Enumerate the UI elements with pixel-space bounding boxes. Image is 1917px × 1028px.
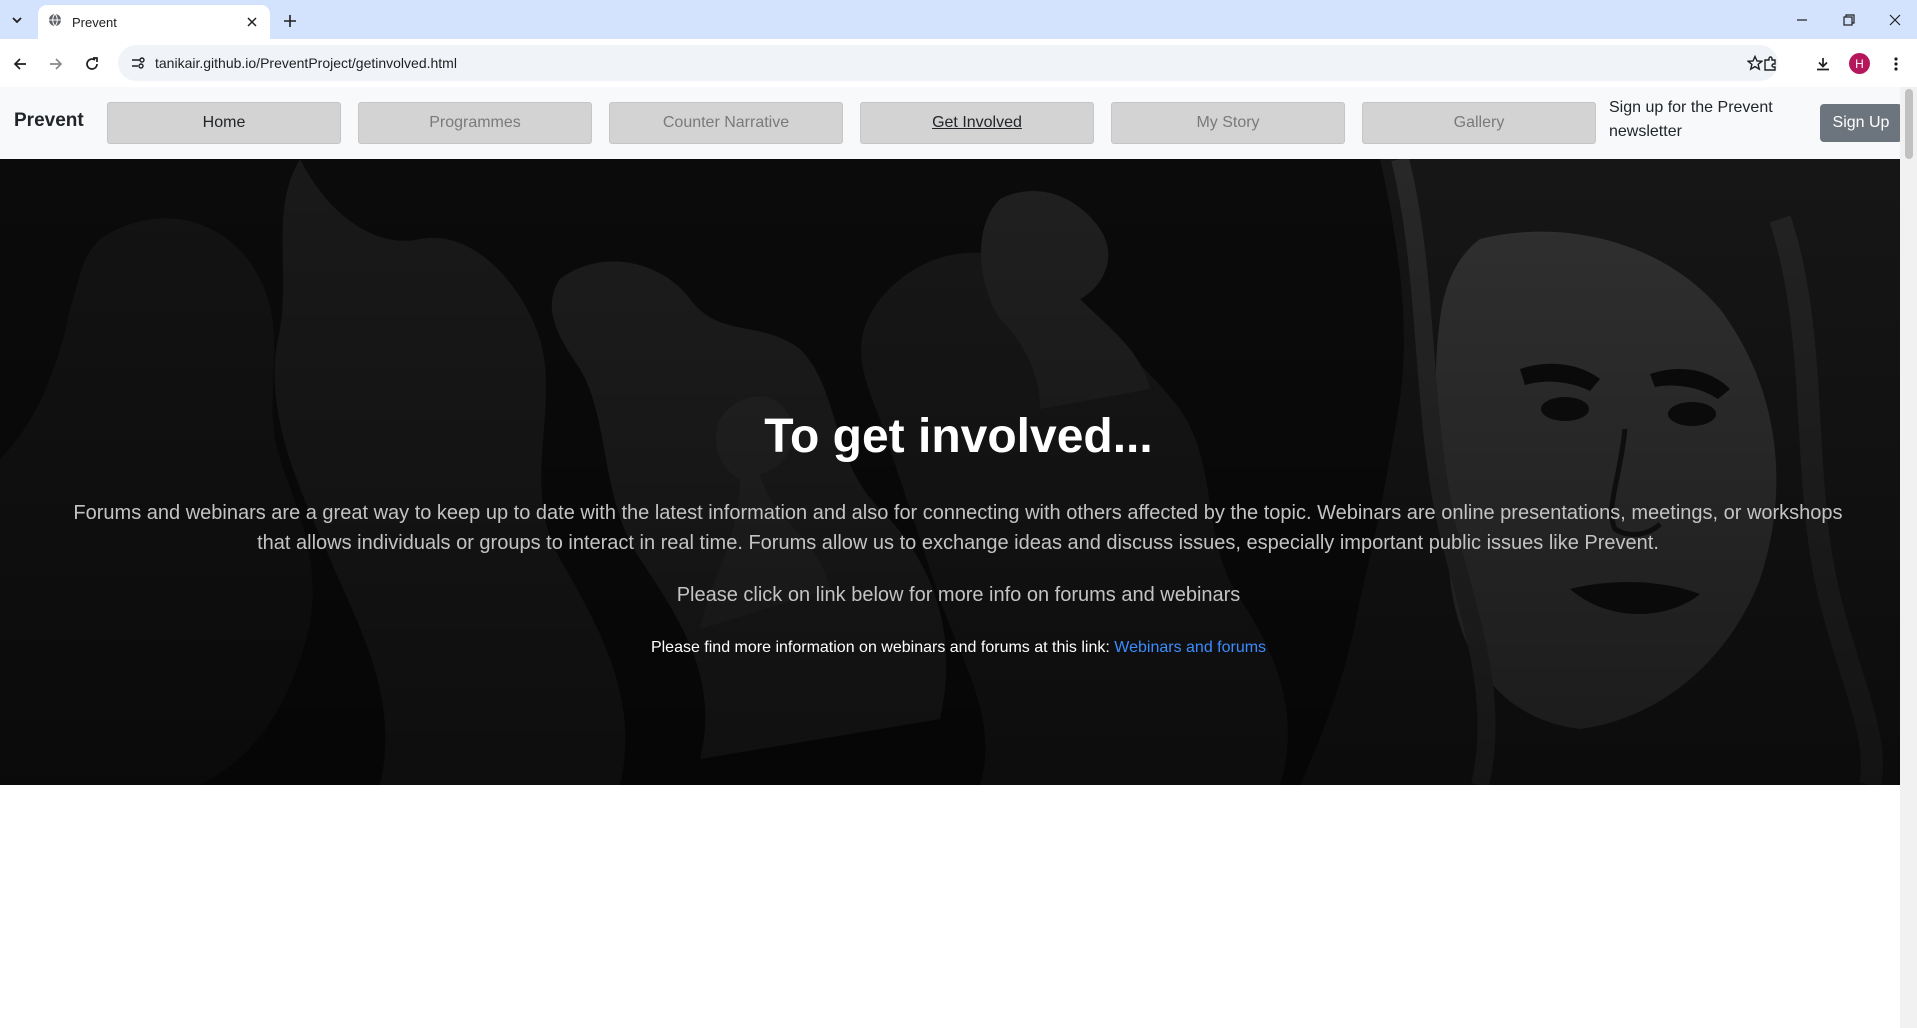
back-icon[interactable]	[7, 51, 33, 77]
forward-icon[interactable]	[43, 51, 69, 77]
site-navbar: Prevent Home Programmes Counter Narrativ…	[0, 87, 1902, 159]
nav-get-involved-label: Get Involved	[932, 114, 1022, 131]
minimize-icon[interactable]	[1782, 6, 1822, 34]
tab-strip: Prevent	[0, 0, 1917, 39]
url-text[interactable]: tanikair.github.io/PreventProject/getinv…	[155, 55, 457, 71]
address-bar[interactable]: tanikair.github.io/PreventProject/getinv…	[118, 45, 1778, 81]
nav-programmes[interactable]: Programmes	[358, 102, 592, 144]
sign-up-button[interactable]: Sign Up	[1820, 104, 1902, 142]
tab-search-icon[interactable]	[6, 9, 28, 31]
hero-section: To get involved... Forums and webinars a…	[0, 159, 1917, 785]
browser-tab[interactable]: Prevent	[38, 5, 270, 39]
globe-icon	[48, 13, 62, 32]
extensions-icon[interactable]	[1757, 51, 1783, 77]
page-scrollbar[interactable]	[1900, 87, 1917, 1028]
tab-title: Prevent	[72, 14, 117, 30]
hero-content: To get involved... Forums and webinars a…	[0, 159, 1917, 785]
nav-counter-narrative[interactable]: Counter Narrative	[609, 102, 843, 144]
newsletter-text: Sign up for the Prevent newsletter	[1609, 99, 1773, 140]
nav-programmes-label: Programmes	[429, 114, 521, 131]
nav-my-story[interactable]: My Story	[1111, 102, 1345, 144]
click-instruction: Please click on link below for more info…	[676, 584, 1241, 606]
close-window-icon[interactable]	[1875, 6, 1915, 34]
webinars-forums-link[interactable]: Webinars and forums	[1114, 639, 1266, 656]
nav-get-involved[interactable]: Get Involved	[860, 102, 1094, 144]
nav-home[interactable]: Home	[107, 102, 341, 144]
site-brand[interactable]: Prevent	[14, 110, 84, 132]
reload-icon[interactable]	[79, 51, 105, 77]
more-info-text: Please find more information on webinars…	[650, 639, 1110, 656]
restore-icon[interactable]	[1829, 6, 1869, 34]
nav-gallery-label: Gallery	[1453, 114, 1505, 131]
intro-paragraph: Forums and webinars are a great way to k…	[73, 502, 1843, 554]
close-icon[interactable]	[242, 12, 262, 32]
browser-toolbar: tanikair.github.io/PreventProject/getinv…	[0, 39, 1917, 87]
more-info-line: Please find more information on webinars…	[0, 639, 1917, 657]
plus-icon[interactable]	[278, 9, 302, 33]
profile-avatar[interactable]: H	[1849, 53, 1870, 74]
nav-home-label: Home	[202, 114, 246, 131]
menu-icon[interactable]	[1883, 51, 1909, 77]
site-info-icon[interactable]	[128, 53, 148, 73]
scrollbar-thumb[interactable]	[1905, 89, 1913, 159]
download-icon[interactable]	[1810, 51, 1836, 77]
nav-gallery[interactable]: Gallery	[1362, 102, 1596, 144]
page-title: To get involved...	[764, 410, 1153, 463]
nav-counter-narrative-label: Counter Narrative	[662, 114, 790, 131]
nav-my-story-label: My Story	[1196, 114, 1260, 131]
web-page: Prevent Home Programmes Counter Narrativ…	[0, 87, 1917, 1028]
